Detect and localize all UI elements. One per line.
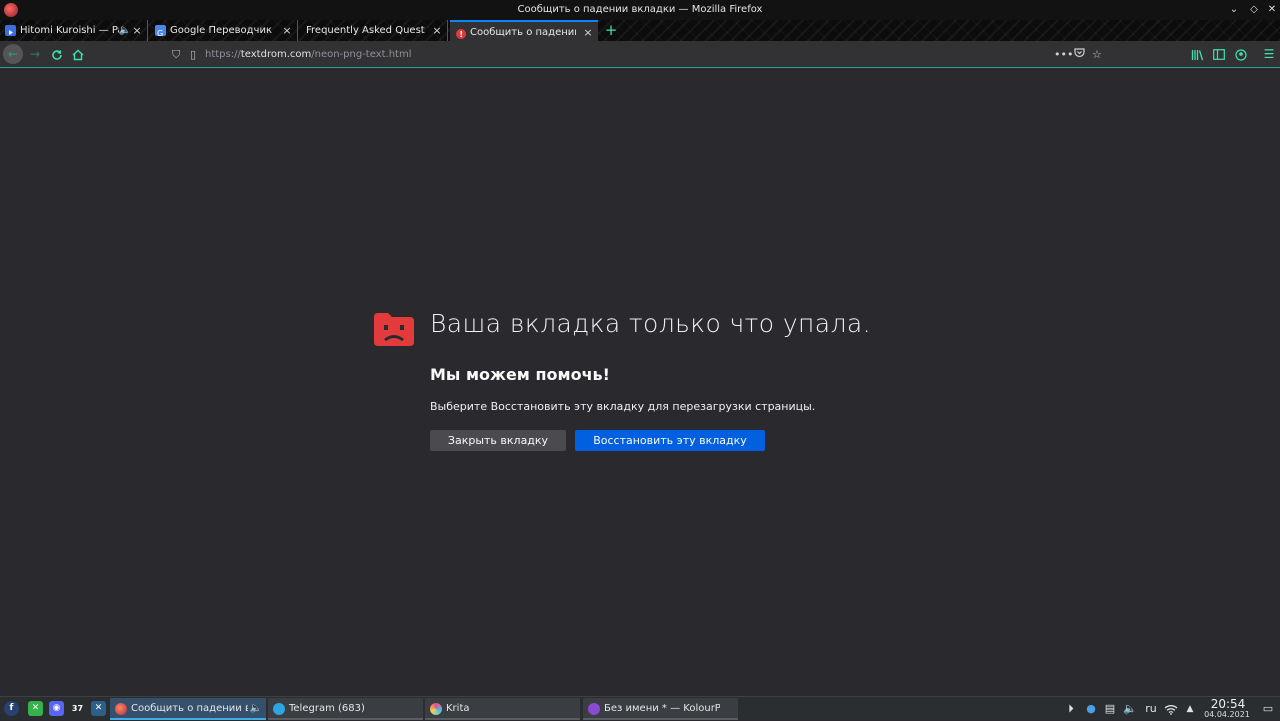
crash-title: Ваша вкладка только что упала. — [430, 309, 871, 338]
url-path: /neon-png-text.html — [311, 49, 412, 60]
svg-text:!: ! — [459, 30, 463, 39]
tab-crash-report[interactable]: ! Сообщить о падении вкладки × — [450, 20, 598, 41]
library-icon[interactable] — [1189, 41, 1205, 68]
url-bar[interactable]: ⛉ ▯ https://textdrom.com/neon-png-text.h… — [168, 44, 1108, 65]
forward-button[interactable]: → — [27, 41, 43, 68]
fedora-icon[interactable]: f — [4, 701, 19, 716]
app-bw-icon[interactable]: 37 — [70, 701, 85, 716]
window-title: Сообщить о падении вкладки — Mozilla Fir… — [517, 4, 763, 15]
close-tab-icon[interactable]: × — [582, 22, 594, 41]
wifi-icon[interactable] — [1163, 697, 1179, 721]
bookmark-star-icon[interactable]: ☆ — [1092, 44, 1102, 65]
back-button[interactable]: ← — [3, 44, 23, 64]
reload-button[interactable] — [49, 41, 65, 68]
system-taskbar: f ✕ ◉ 37 ✕ Сообщить о падении в... 🔈 Tel… — [0, 696, 1280, 720]
tab-hitomi[interactable]: Hitomi Kuroishi — Pari 🔈 × — [0, 20, 148, 41]
vscode-icon[interactable]: ✕ — [91, 701, 106, 716]
volume-icon[interactable]: 🔈 — [1123, 697, 1137, 721]
task-kolourpaint[interactable]: Без имени * — KolourPaint — [583, 698, 738, 720]
youtube-icon — [5, 25, 16, 36]
crash-subtitle: Мы можем помочь! — [430, 365, 610, 384]
tab-label: Google Переводчик — [170, 25, 272, 36]
restore-tab-button[interactable]: Восстановить эту вкладку — [575, 430, 765, 451]
keyboard-layout[interactable]: ru — [1142, 697, 1160, 721]
shield-icon[interactable]: ⛉ — [172, 44, 180, 65]
tray-expand-icon[interactable]: ▲ — [1183, 697, 1197, 721]
crash-description: Выберите Восстановить эту вкладку для пе… — [430, 400, 816, 413]
close-tab-button[interactable]: Закрыть вкладку — [430, 430, 566, 451]
new-tab-button[interactable]: + — [603, 20, 619, 41]
url-text[interactable]: https://textdrom.com/neon-png-text.html — [205, 44, 412, 65]
account-icon[interactable] — [1233, 41, 1249, 68]
tab-label: Frequently Asked Questions — [306, 25, 425, 36]
minimize-icon[interactable]: ⌄ — [1226, 0, 1242, 20]
task-firefox[interactable]: Сообщить о падении в... 🔈 — [110, 698, 266, 720]
tab-google-translate[interactable]: G Google Переводчик × — [150, 20, 298, 41]
google-translate-icon: G — [155, 25, 166, 38]
firefox-icon — [115, 703, 127, 715]
home-button[interactable] — [70, 41, 86, 68]
hamburger-menu-icon[interactable]: ☰ — [1262, 41, 1276, 68]
task-krita[interactable]: Krita — [425, 698, 580, 720]
telegram-icon — [273, 703, 285, 715]
window-titlebar: Сообщить о падении вкладки — Mozilla Fir… — [0, 0, 1280, 20]
crash-warning-icon: ! — [455, 27, 466, 39]
pocket-icon[interactable] — [1074, 44, 1085, 65]
close-window-icon[interactable]: ✕ — [1264, 0, 1280, 20]
show-desktop-icon[interactable]: ▭ — [1260, 697, 1276, 721]
clock-date[interactable]: 04.04.2021 — [1200, 710, 1254, 720]
krita-icon — [430, 703, 442, 715]
clipboard-icon[interactable]: ▤ — [1103, 697, 1117, 721]
media-play-icon[interactable]: ⏵ — [1064, 697, 1078, 721]
url-host: textdrom.com — [240, 49, 312, 60]
maximize-icon[interactable]: ◇ — [1246, 0, 1262, 20]
task-label: Без имени * — KolourPaint — [604, 703, 720, 714]
tab-label: Сообщить о падении вкладки — [470, 27, 576, 38]
close-tab-icon[interactable]: × — [431, 20, 443, 41]
firefox-app-icon[interactable] — [4, 3, 18, 17]
tab-faq[interactable]: Frequently Asked Questions × — [300, 20, 448, 41]
task-telegram[interactable]: Telegram (683) — [268, 698, 423, 720]
task-label: Krita — [446, 703, 470, 714]
page-info-icon[interactable]: ▯ — [190, 44, 196, 65]
url-scheme: https:// — [205, 49, 241, 60]
page-content: Ваша вкладка только что упала. Мы можем … — [0, 69, 1280, 696]
svg-text:G: G — [157, 29, 163, 38]
navigation-toolbar: ← → ⛉ ▯ https://textdrom.com/neon-png-te… — [0, 41, 1280, 68]
close-tab-icon[interactable]: × — [131, 20, 143, 41]
telegram-tray-icon[interactable]: ● — [1084, 697, 1098, 721]
sidebar-icon[interactable] — [1211, 41, 1227, 68]
tab-strip: Hitomi Kuroishi — Pari 🔈 × G Google Пере… — [0, 20, 1280, 41]
tab-label: Hitomi Kuroishi — Pari — [20, 25, 119, 36]
speaker-icon[interactable]: 🔈 — [119, 20, 131, 41]
app-green-icon[interactable]: ✕ — [28, 701, 43, 716]
task-label: Сообщить о падении в... — [131, 703, 248, 714]
page-actions-icon[interactable]: ••• — [1054, 44, 1073, 65]
task-label: Telegram (683) — [289, 703, 365, 714]
clock-time[interactable]: 20:54 — [1206, 697, 1250, 711]
kolourpaint-icon — [588, 703, 600, 715]
discord-icon[interactable]: ◉ — [49, 701, 64, 716]
speaker-icon[interactable]: 🔈 — [250, 698, 262, 718]
crash-folder-icon — [374, 313, 414, 346]
close-tab-icon[interactable]: × — [281, 20, 293, 41]
